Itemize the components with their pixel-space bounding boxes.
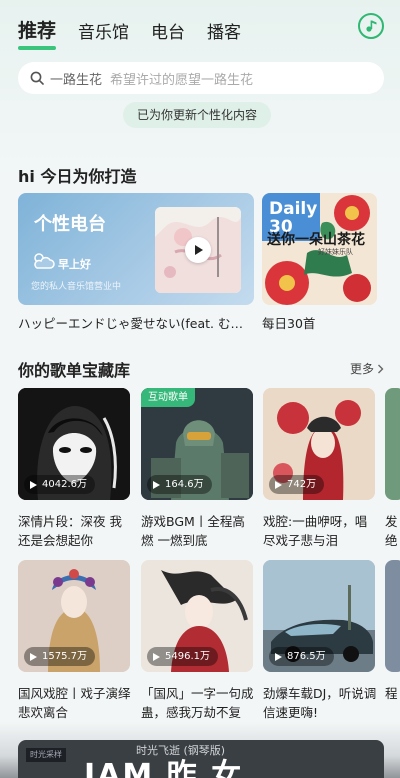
daily-badge-word: Daily	[269, 199, 318, 219]
radio-subtitle: 您的私人音乐馆营业中	[31, 282, 122, 292]
tab-podcast[interactable]: 播客	[207, 18, 241, 43]
tab-recommend[interactable]: 推荐	[18, 16, 57, 50]
update-toast: 已为你更新个性化内容	[123, 102, 272, 128]
radio-caption: ハッピーエンドじゃ愛せない(feat. む…	[18, 316, 243, 331]
daily-cover-text: 送你一朵山茶花	[267, 232, 365, 248]
search-hint: 希望许过的愿望一路生花	[110, 72, 254, 88]
playlist-caption-8: 程	[385, 686, 398, 701]
daily-cover-sub: 好妹妹乐队	[318, 248, 353, 256]
personal-radio-card[interactable]: 个性电台 早上好 您的私人音乐馆营业中	[18, 193, 254, 305]
playlist-cover-5[interactable]: 1575.7万	[18, 560, 130, 672]
play-icon	[195, 245, 203, 255]
top-tabs: 推荐 音乐馆 电台 播客	[18, 16, 241, 50]
playlist-caption-6: 「国风」一字一句成蛊，感我万劫不复	[141, 686, 254, 720]
radio-play-button[interactable]	[185, 237, 211, 263]
play-count-value: 4042.6万	[42, 479, 87, 490]
play-count: 4042.6万	[24, 475, 95, 494]
play-count: 742万	[269, 475, 325, 494]
search-bar[interactable]: 一路生花 希望许过的愿望一路生花	[18, 62, 384, 94]
play-count-value: 1575.7万	[42, 651, 87, 662]
play-count-icon	[275, 480, 282, 489]
playlist-caption-7: 劲爆车载DJ，听说调信速更嗨!	[263, 686, 377, 720]
play-count: 164.6万	[147, 475, 212, 494]
radio-title: 个性电台	[34, 214, 106, 235]
playlist-cover-4[interactable]	[385, 388, 400, 500]
radio-greeting: 早上好	[58, 258, 91, 271]
playlist-caption-4: 发绝	[385, 514, 398, 548]
playlist-cover-1[interactable]: 4042.6万	[18, 388, 130, 500]
mini-player-banner[interactable]: 时光采样 时光飞逝 (钢琴版) IAM 昨 女	[18, 740, 384, 778]
play-count-icon	[153, 480, 160, 489]
chevron-right-icon	[378, 364, 384, 373]
playlist-cover-3[interactable]: 742万	[263, 388, 375, 500]
daily-30-card[interactable]: Daily 30 送你一朵山茶花 好妹妹乐队	[262, 193, 377, 305]
play-count-icon	[30, 652, 37, 661]
play-count: 5496.1万	[147, 647, 218, 666]
play-count-value: 164.6万	[165, 479, 204, 490]
play-count-icon	[153, 652, 160, 661]
music-note-button[interactable]	[358, 13, 384, 39]
interactive-badge: 互动歌单	[141, 388, 195, 407]
tab-music-hall[interactable]: 音乐馆	[78, 18, 129, 43]
play-count-icon	[275, 652, 282, 661]
music-note-icon	[366, 20, 377, 32]
play-count: 876.5万	[269, 647, 334, 666]
weather-icon	[34, 253, 55, 269]
playlist-cover-2[interactable]: 互动歌单 164.6万	[141, 388, 253, 500]
more-link[interactable]: 更多	[350, 360, 384, 377]
today-section-title: hi 今日为你打造	[18, 167, 137, 186]
playlist-cover-6[interactable]: 5496.1万	[141, 560, 253, 672]
play-count: 1575.7万	[24, 647, 95, 666]
playlist-caption-1: 深情片段：深夜 我还是会想起你	[18, 514, 122, 548]
playlist-caption-2: 游戏BGM丨全程高燃 一燃到底	[141, 514, 245, 548]
mini-player-big-text: IAM 昨 女	[84, 758, 244, 778]
mini-player-tag: 时光采样	[26, 748, 66, 762]
radio-album-cover	[155, 207, 241, 293]
play-count-value: 5496.1万	[165, 651, 210, 662]
playlist-cover-8[interactable]	[385, 560, 400, 672]
playlist-caption-3: 戏腔:一曲咿呀，唱尽戏子悲与泪	[263, 514, 368, 548]
search-keyword: 一路生花	[50, 72, 103, 88]
play-count-value: 876.5万	[287, 651, 326, 662]
daily-caption: 每日30首	[262, 316, 316, 331]
play-count-icon	[30, 480, 37, 489]
playlist-section-title: 你的歌单宝藏库	[18, 361, 131, 380]
search-icon	[30, 71, 44, 85]
play-count-value: 742万	[287, 479, 317, 490]
more-label: 更多	[349, 362, 374, 376]
playlist-cover-7[interactable]: 876.5万	[263, 560, 375, 672]
tab-radio[interactable]: 电台	[151, 18, 185, 43]
playlist-caption-5: 国风戏腔丨戏子演绎悲欢离合	[18, 686, 131, 720]
